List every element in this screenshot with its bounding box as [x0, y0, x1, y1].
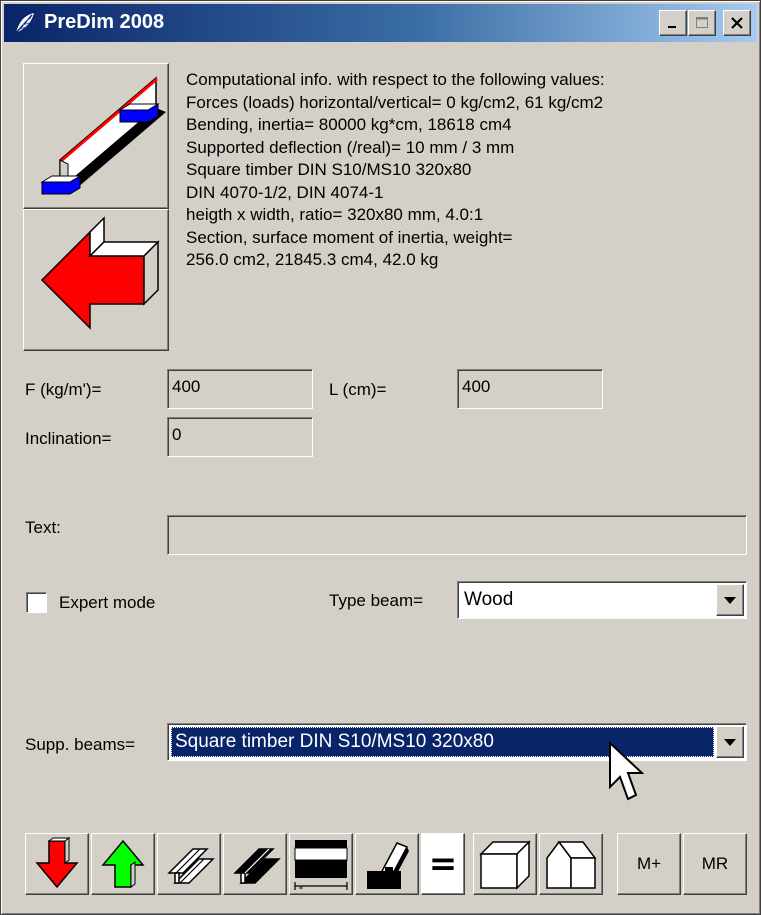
memory-plus-button[interactable]: M+: [617, 833, 681, 895]
predim-window: PreDim 2008 Computational info. with res…: [0, 0, 761, 915]
steel-beam-dark-button[interactable]: [223, 833, 287, 895]
text-label: Text:: [25, 518, 61, 537]
info-line: Square timber DIN S10/MS10 320x80: [186, 160, 472, 179]
force-label: F (kg/m')=: [25, 380, 102, 399]
equals-button[interactable]: =: [421, 833, 465, 895]
window-title: PreDim 2008: [44, 11, 165, 33]
info-line: DIN 4070-1/2, DIN 4074-1: [186, 182, 384, 202]
type-beam-dropdown-button[interactable]: [716, 584, 744, 616]
info-line: Supported deflection (/real)= 10 mm / 3 …: [186, 137, 515, 157]
equals-icon: =: [428, 844, 458, 884]
info-line: 256.0 cm2, 21845.3 cm4, 42.0 kg: [186, 250, 439, 269]
minimize-button[interactable]: [659, 10, 687, 36]
section-profile-icon: *: [294, 840, 348, 892]
maximize-button[interactable]: [688, 10, 716, 36]
back-arrow-icon: [40, 216, 160, 330]
info-line: Computational info. with respect to the …: [186, 70, 605, 89]
supp-beams-dropdown-button[interactable]: [716, 726, 744, 758]
memory-recall-label: MR: [701, 854, 729, 873]
svg-text:*: *: [299, 885, 303, 892]
expert-mode-checkbox[interactable]: [26, 592, 47, 613]
type-beam-label: Type beam=: [329, 591, 424, 610]
length-label: L (cm)=: [329, 380, 387, 399]
type-beam-value: Wood: [464, 589, 514, 610]
expert-mode-label[interactable]: Expert mode: [59, 593, 155, 613]
steel-beam-outline-icon: [167, 848, 215, 884]
app-leaf-icon: [13, 11, 36, 36]
length-input[interactable]: 400: [457, 369, 603, 409]
mouse-cursor-icon: [609, 741, 644, 801]
info-line: Bending, inertia= 80000 kg*cm, 18618 cm4: [186, 115, 512, 134]
house-shape-icon: [546, 840, 597, 889]
back-button[interactable]: [23, 209, 169, 351]
inclination-input[interactable]: 0: [167, 417, 313, 457]
column-support-icon: [367, 842, 409, 889]
load-up-button[interactable]: [91, 833, 155, 895]
supp-beams-select[interactable]: Square timber DIN S10/MS10 320x80: [167, 723, 747, 761]
chevron-down-icon: [724, 739, 736, 746]
info-line: heigth x width, ratio= 320x80 mm, 4.0:1: [186, 205, 484, 224]
supp-beams-value: Square timber DIN S10/MS10 320x80: [175, 731, 494, 752]
info-line: Section, surface moment of inertia, weig…: [186, 227, 513, 247]
close-icon: [731, 17, 743, 29]
section-profile-button[interactable]: *: [289, 833, 353, 895]
minimize-icon: [668, 26, 676, 28]
steel-beam-outline-button[interactable]: [157, 833, 221, 895]
box-button[interactable]: [473, 833, 537, 895]
beam-view-button[interactable]: [23, 63, 169, 209]
load-down-button[interactable]: [25, 833, 89, 895]
inclination-label: Inclination=: [25, 429, 112, 448]
supp-beams-label: Supp. beams=: [25, 735, 136, 754]
text-input[interactable]: [167, 515, 747, 555]
title-bar[interactable]: PreDim 2008: [4, 4, 757, 42]
beam-icon: [40, 76, 166, 195]
house-shape-button[interactable]: [539, 833, 603, 895]
maximize-icon: [696, 17, 708, 28]
chevron-down-icon: [724, 597, 736, 604]
computation-info: Computational info. with respect to the …: [186, 69, 751, 272]
memory-plus-label: M+: [636, 854, 662, 873]
info-line: Forces (loads) horizontal/vertical= 0 kg…: [186, 92, 604, 112]
load-down-icon: [35, 837, 79, 889]
load-up-icon: [101, 839, 145, 888]
column-support-button[interactable]: [355, 833, 419, 895]
force-input[interactable]: 400: [167, 369, 313, 409]
type-beam-select[interactable]: Wood: [457, 581, 747, 619]
box-icon: [479, 840, 531, 890]
close-button[interactable]: [723, 10, 751, 36]
steel-beam-dark-icon: [233, 848, 281, 884]
memory-recall-button[interactable]: MR: [683, 833, 747, 895]
